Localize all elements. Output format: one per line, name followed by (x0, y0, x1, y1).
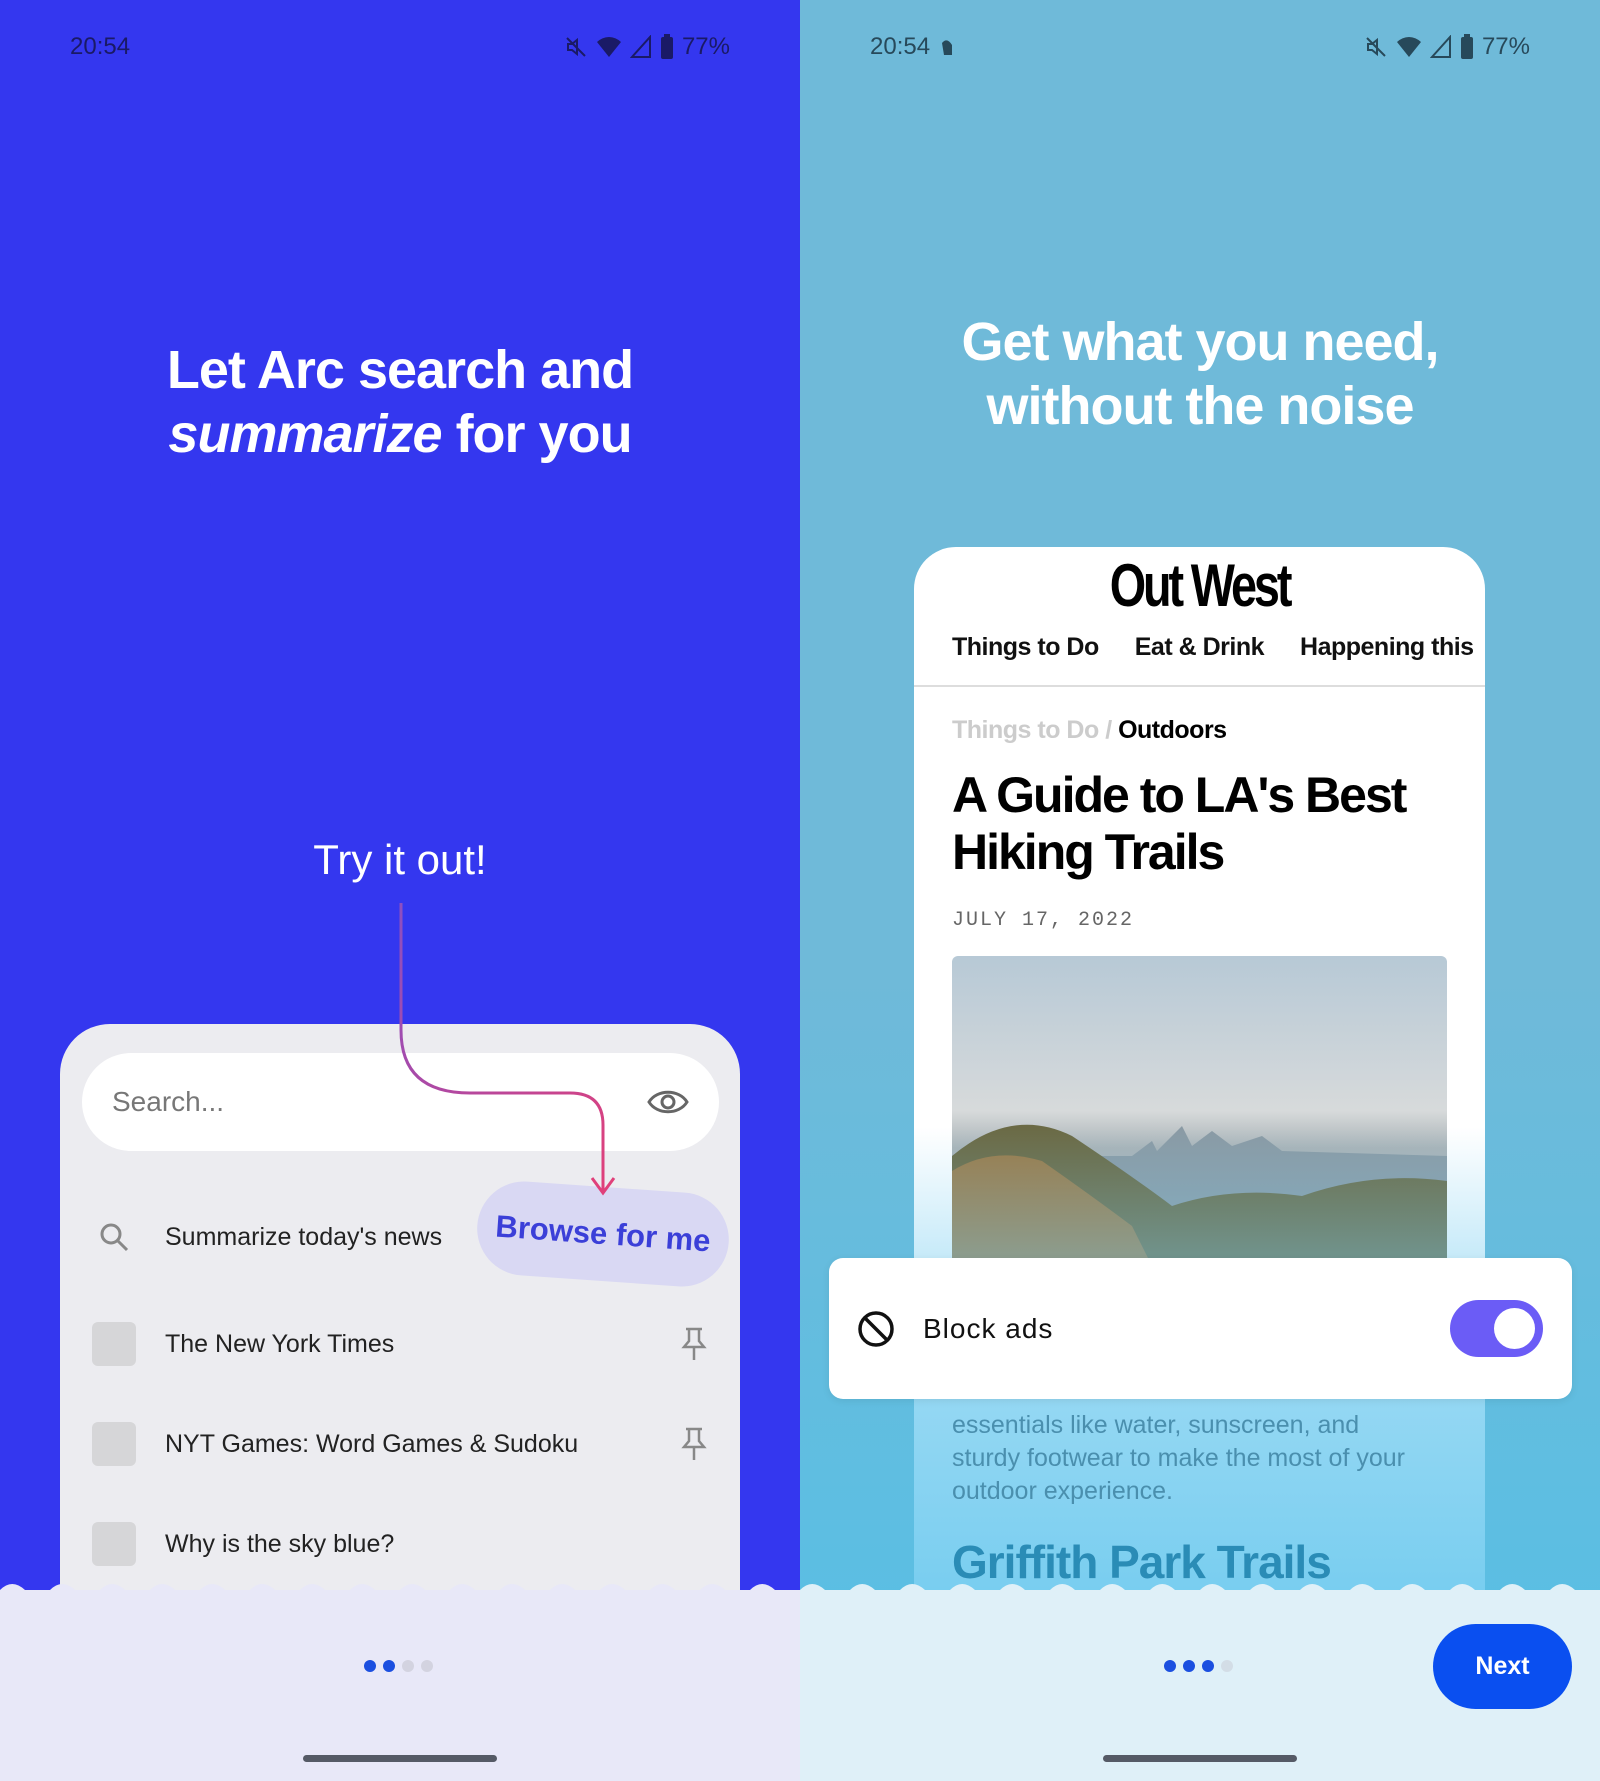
breadcrumb-parent[interactable]: Things to Do / (952, 716, 1112, 744)
body-line: essentials like water, sunscreen, and (952, 1411, 1360, 1439)
body-line: sturdy footwear to make the most of your (952, 1444, 1405, 1472)
breadcrumb: Things to Do / Outdoors (952, 716, 1227, 745)
status-bar: 20:54 77% (870, 30, 1530, 64)
title-line: without the noise (986, 376, 1415, 436)
wave-divider (0, 1584, 800, 1592)
page-indicator (1164, 1660, 1233, 1672)
page-dot-active (364, 1660, 376, 1672)
mute-icon (1366, 37, 1386, 57)
signal-icon (1429, 35, 1451, 58)
title-line: Get what you need, (961, 312, 1439, 372)
divider (914, 685, 1485, 687)
block-icon (858, 1310, 894, 1347)
bottom-bar (0, 1584, 800, 1781)
block-ads-toggle[interactable] (1450, 1300, 1543, 1357)
site-nav: Things to Do Eat & Drink Happening this (952, 633, 1474, 662)
site-nav-item[interactable]: Things to Do (952, 633, 1099, 662)
block-ads-label: Block ads (923, 1312, 1054, 1344)
page-dot-active (383, 1660, 395, 1672)
notification-icon (942, 40, 953, 55)
home-indicator[interactable] (1103, 1755, 1297, 1762)
headline-line: Hiking Trails (952, 824, 1225, 880)
next-button[interactable]: Next (1433, 1624, 1572, 1709)
website-preview: Out West Things to Do Eat & Drink Happen… (914, 547, 1485, 1647)
home-indicator[interactable] (303, 1755, 497, 1762)
onboarding-panel-search: 20:54 77% Let Arc search and summarize f… (0, 0, 800, 1781)
headline-line: A Guide to LA's Best (952, 767, 1407, 823)
battery-icon (1460, 34, 1473, 59)
breadcrumb-current: Outdoors (1118, 716, 1227, 744)
page-dot (421, 1660, 433, 1672)
block-ads-setting: Block ads (829, 1258, 1572, 1399)
clock: 20:54 (870, 33, 931, 60)
site-logo: Out West (1109, 552, 1293, 619)
page-dot-active (1164, 1660, 1176, 1672)
arrow-icon (399, 903, 616, 1196)
page-dot (1221, 1660, 1233, 1672)
article-body: essentials like water, sunscreen, and st… (952, 1409, 1405, 1508)
wave-divider (800, 1584, 1600, 1592)
page-dot (402, 1660, 414, 1672)
page-title: Get what you need, without the noise (800, 310, 1600, 438)
site-nav-item[interactable]: Happening this (1300, 633, 1474, 662)
body-line: outdoor experience. (952, 1477, 1173, 1505)
article-headline: A Guide to LA's Best Hiking Trails (952, 767, 1407, 881)
page-indicator (364, 1660, 433, 1672)
wifi-icon (1396, 37, 1421, 57)
onboarding-panel-adblock: 20:54 77% Get what you need, without the… (800, 0, 1600, 1781)
site-nav-item[interactable]: Eat & Drink (1135, 633, 1265, 662)
article-date: JULY 17, 2022 (952, 909, 1135, 932)
page-dot-active (1183, 1660, 1195, 1672)
battery-percent: 77% (1481, 33, 1530, 60)
page-dot-active (1202, 1660, 1214, 1672)
